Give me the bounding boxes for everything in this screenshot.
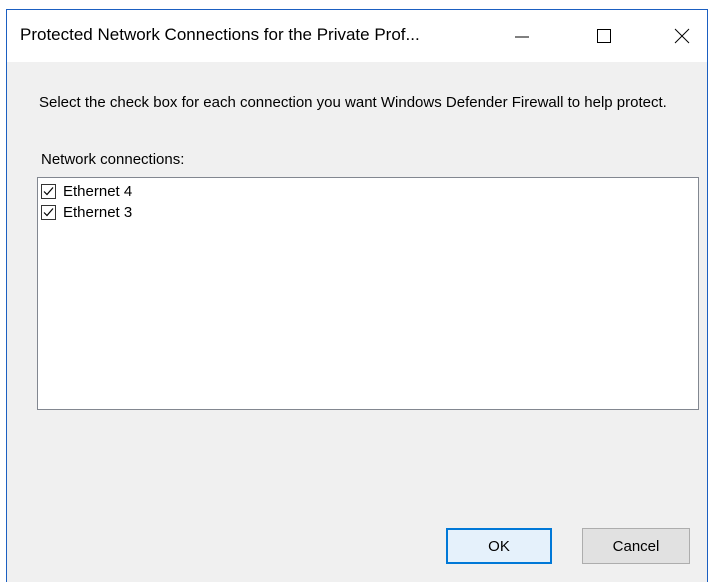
close-icon <box>674 28 690 44</box>
cancel-button[interactable]: Cancel <box>582 528 690 564</box>
checkmark-icon <box>43 186 54 195</box>
minimize-button[interactable] <box>490 10 554 62</box>
ethernet-4-checkbox[interactable] <box>41 183 56 199</box>
network-connections-list[interactable]: Ethernet 4 Ethernet 3 <box>37 177 699 410</box>
checkmark-icon <box>43 207 54 216</box>
list-item-ethernet-4[interactable]: Ethernet 4 <box>41 181 132 201</box>
ok-button[interactable]: OK <box>446 528 552 564</box>
minimize-icon <box>515 36 529 38</box>
protected-network-connections-dialog: Protected Network Connections for the Pr… <box>6 9 708 582</box>
close-button[interactable] <box>650 10 711 62</box>
maximize-button[interactable] <box>572 10 636 62</box>
title-bar[interactable]: Protected Network Connections for the Pr… <box>7 10 707 62</box>
list-item-label: Ethernet 3 <box>63 203 133 221</box>
window-title: Protected Network Connections for the Pr… <box>20 25 420 44</box>
list-item-ethernet-3[interactable]: Ethernet 3 <box>41 202 132 222</box>
maximize-icon <box>597 29 611 43</box>
instruction-text: Select the check box for each connection… <box>39 94 667 111</box>
ethernet-3-checkbox[interactable] <box>41 204 56 220</box>
list-item-label: Ethernet 4 <box>63 182 133 200</box>
network-connections-label: Network connections: <box>41 151 185 168</box>
